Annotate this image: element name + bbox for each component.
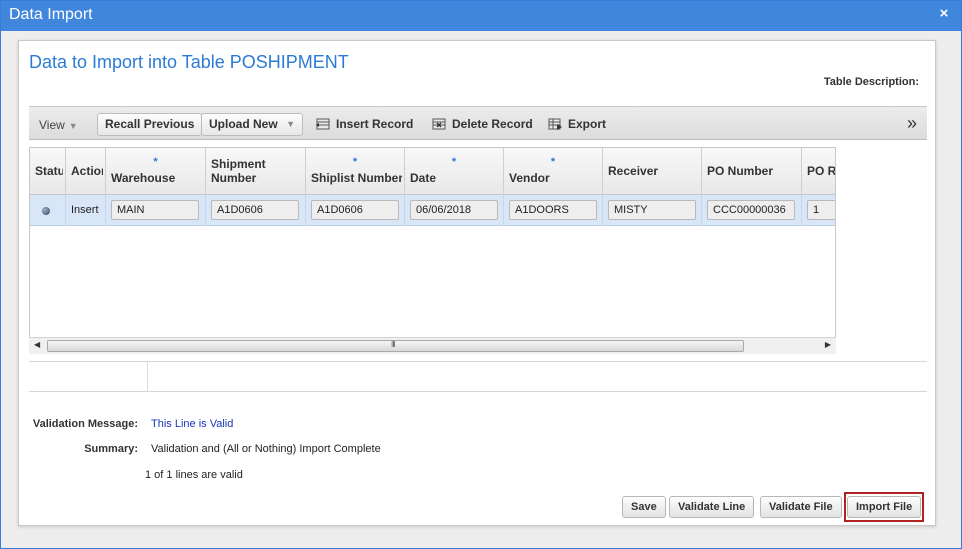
column-header-label: Shiplist Number bbox=[311, 171, 402, 185]
divider bbox=[29, 361, 927, 362]
column-header-status[interactable]: Status bbox=[30, 148, 66, 195]
po-number-field[interactable]: CCC00000036 bbox=[707, 200, 795, 220]
required-marker: * bbox=[153, 156, 158, 168]
delete-record-icon bbox=[432, 118, 447, 130]
shipment-number-field[interactable]: A1D0606 bbox=[211, 200, 299, 220]
scrollbar-thumb[interactable]: III bbox=[47, 340, 744, 352]
divider bbox=[29, 391, 927, 392]
scroll-right-icon[interactable]: ▶ bbox=[825, 340, 831, 349]
insert-record-icon bbox=[316, 118, 331, 130]
validate-file-button[interactable]: Validate File bbox=[760, 496, 842, 518]
table-row[interactable]: Insert MAIN A1D0606 A1D0606 06/06/2018 A… bbox=[30, 195, 835, 226]
view-menu-label: View bbox=[39, 118, 65, 132]
column-header-label: Action bbox=[71, 164, 103, 178]
warehouse-cell: MAIN bbox=[106, 195, 206, 226]
status-cell bbox=[30, 195, 66, 226]
scroll-left-icon[interactable]: ◀ bbox=[34, 340, 40, 349]
dialog-title: Data Import bbox=[9, 6, 93, 23]
vendor-cell: A1DOORS bbox=[504, 195, 603, 226]
vendor-field[interactable]: A1DOORS bbox=[509, 200, 597, 220]
divider bbox=[147, 362, 148, 391]
summary-value: Validation and (All or Nothing) Import C… bbox=[151, 443, 381, 455]
table-description-label: Table Description: bbox=[823, 76, 919, 88]
validation-message-label: Validation Message: bbox=[32, 418, 138, 430]
delete-record-button[interactable]: Delete Record bbox=[432, 117, 533, 131]
required-marker: * bbox=[352, 156, 358, 168]
export-icon bbox=[548, 118, 563, 130]
column-header-label: Status bbox=[35, 164, 63, 178]
chevron-down-icon: ▼ bbox=[68, 121, 78, 131]
date-cell: 06/06/2018 bbox=[405, 195, 504, 226]
title-bar: Data Import × bbox=[1, 1, 961, 31]
summary-label: Summary: bbox=[84, 443, 138, 455]
grid-toolbar: View ▼ Recall Previous Upload New ▼ Inser… bbox=[29, 106, 927, 140]
warehouse-field[interactable]: MAIN bbox=[111, 200, 199, 220]
po-re-field[interactable]: 1 bbox=[807, 200, 835, 220]
export-button[interactable]: Export bbox=[548, 117, 606, 131]
column-header-label: Receiver bbox=[608, 164, 659, 178]
column-header-receiver[interactable]: Receiver bbox=[603, 148, 702, 195]
column-header-label: PO Number bbox=[707, 164, 774, 178]
action-cell: Insert bbox=[66, 195, 106, 226]
export-label: Export bbox=[568, 117, 607, 131]
chevron-down-icon: ▼ bbox=[286, 119, 295, 129]
column-header-label: PO Re bbox=[807, 164, 835, 178]
column-header-date[interactable]: * Date bbox=[405, 148, 504, 195]
receiver-cell: MISTY bbox=[603, 195, 702, 226]
column-header-shiplist-number[interactable]: * Shiplist Number bbox=[306, 148, 405, 195]
date-field[interactable]: 06/06/2018 bbox=[410, 200, 498, 220]
column-header-po-number[interactable]: PO Number bbox=[702, 148, 802, 195]
column-header-po-re[interactable]: PO Re bbox=[802, 148, 835, 195]
import-grid: Status Action * Warehouse Shipment Numbe… bbox=[29, 147, 836, 354]
column-header-shipment-number[interactable]: Shipment Number bbox=[206, 148, 306, 195]
data-import-dialog: Data Import × Data to Import into Table … bbox=[0, 0, 962, 549]
import-panel: Data to Import into Table POSHIPMENT Tab… bbox=[18, 40, 936, 526]
upload-new-button[interactable]: Upload New ▼ bbox=[201, 113, 303, 136]
insert-record-label: Insert Record bbox=[336, 117, 414, 131]
lines-valid-text: 1 of 1 lines are valid bbox=[145, 469, 243, 481]
save-button[interactable]: Save bbox=[622, 496, 666, 518]
upload-new-label: Upload New bbox=[209, 117, 278, 131]
close-icon[interactable]: × bbox=[937, 6, 951, 21]
recall-previous-button[interactable]: Recall Previous bbox=[97, 113, 203, 136]
receiver-field[interactable]: MISTY bbox=[608, 200, 696, 220]
page-title: Data to Import into Table POSHIPMENT bbox=[29, 52, 349, 72]
view-menu[interactable]: View ▼ bbox=[39, 118, 78, 132]
column-header-warehouse[interactable]: * Warehouse bbox=[106, 148, 206, 195]
po-re-cell: 1 bbox=[802, 195, 835, 226]
insert-record-button[interactable]: Insert Record bbox=[316, 117, 413, 131]
status-dot-icon bbox=[42, 207, 50, 215]
column-header-label: Date bbox=[410, 171, 437, 185]
column-header-label: Shipment Number bbox=[211, 157, 266, 185]
column-header-vendor[interactable]: * Vendor bbox=[504, 148, 603, 195]
validation-message-value: This Line is Valid bbox=[151, 418, 234, 430]
scrollbar-grip: III bbox=[391, 340, 396, 349]
shiplist-number-cell: A1D0606 bbox=[306, 195, 405, 226]
grid-header: Status Action * Warehouse Shipment Numbe… bbox=[30, 148, 835, 195]
validate-line-button[interactable]: Validate Line bbox=[669, 496, 755, 518]
import-file-button[interactable]: Import File bbox=[847, 496, 922, 518]
horizontal-scrollbar[interactable]: ◀ III ▶ bbox=[29, 337, 836, 354]
column-header-label: Vendor bbox=[509, 171, 550, 185]
column-header-action[interactable]: Action bbox=[66, 148, 106, 195]
shipment-number-cell: A1D0606 bbox=[206, 195, 306, 226]
column-header-label: Warehouse bbox=[111, 171, 176, 185]
action-value: Insert bbox=[71, 204, 99, 216]
more-icon[interactable]: » bbox=[907, 113, 917, 134]
delete-record-label: Delete Record bbox=[452, 117, 533, 131]
po-number-cell: CCC00000036 bbox=[702, 195, 802, 226]
required-marker: * bbox=[451, 156, 457, 168]
required-marker: * bbox=[550, 156, 556, 168]
shiplist-number-field[interactable]: A1D0606 bbox=[311, 200, 399, 220]
